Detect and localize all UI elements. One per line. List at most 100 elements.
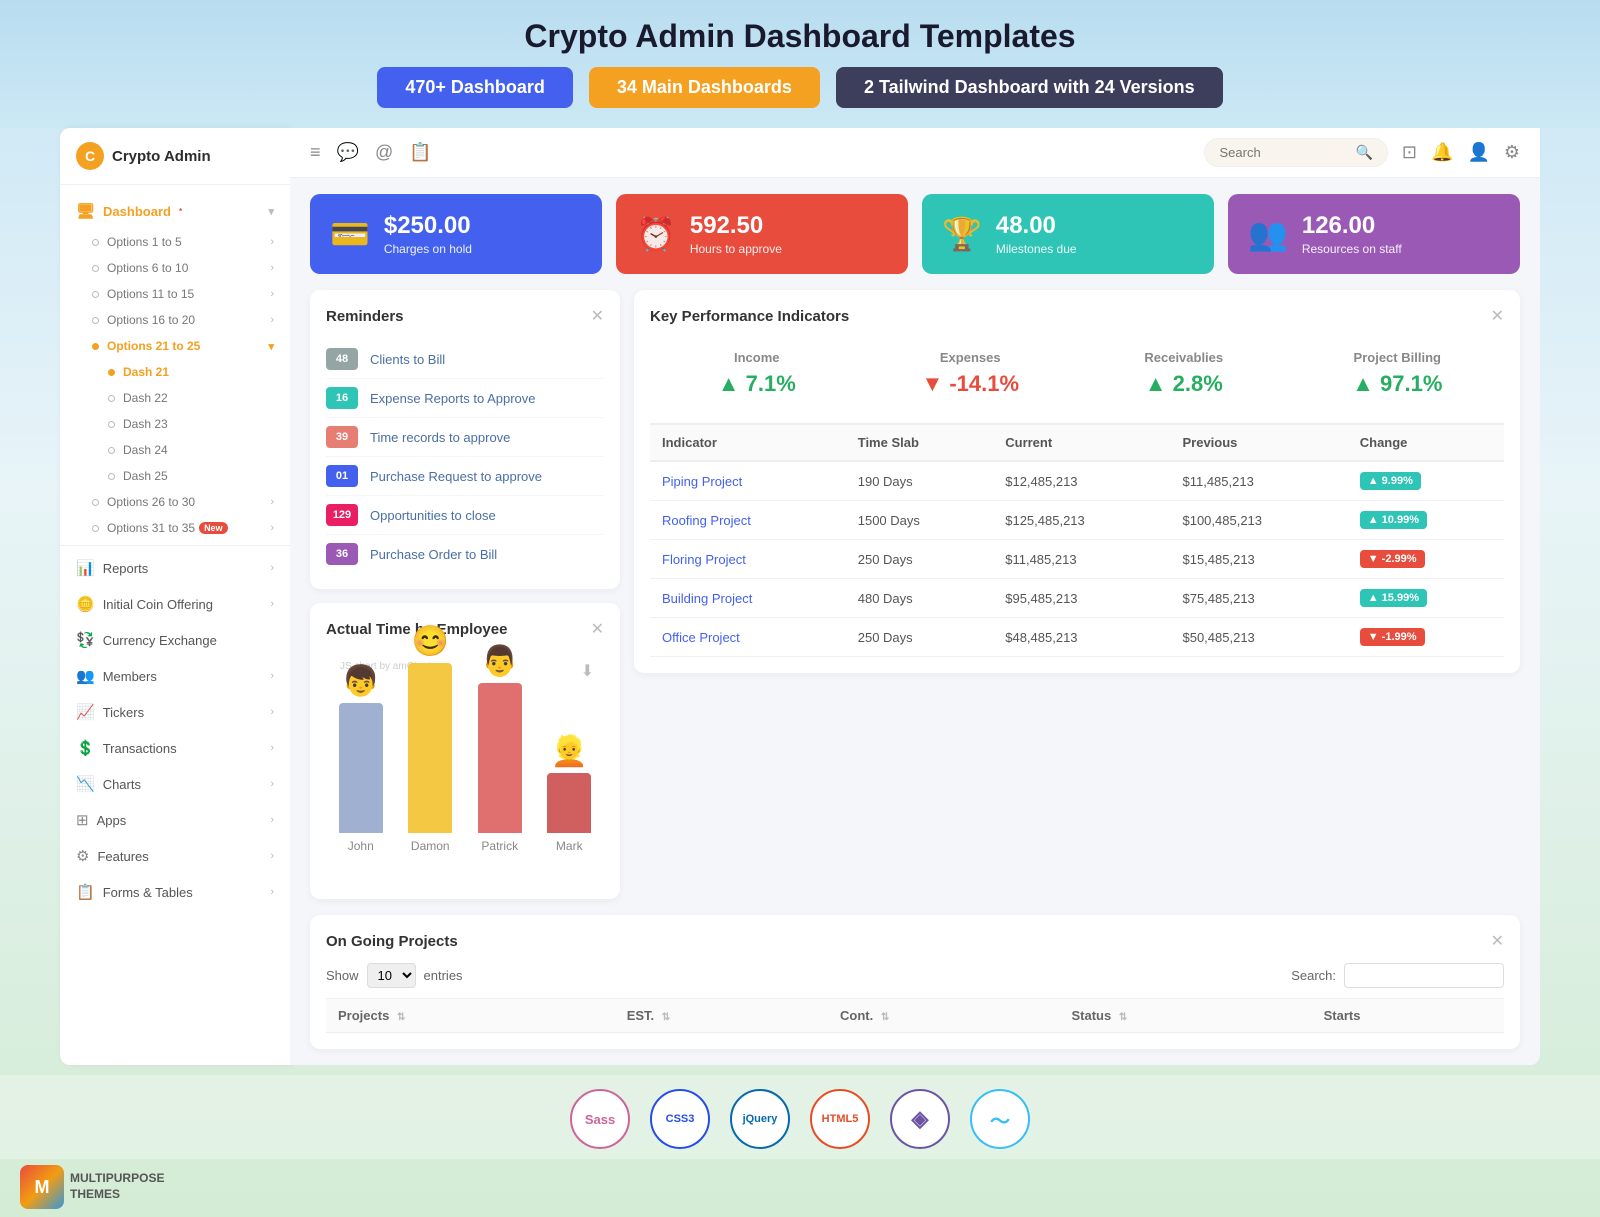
cell-previous: $15,485,213 — [1170, 540, 1347, 579]
john-label: John — [348, 839, 374, 853]
top-banner: Crypto Admin Dashboard Templates 470+ Da… — [0, 0, 1600, 128]
tech-sass: Sass — [570, 1089, 630, 1149]
damon-emoji: 😊 — [412, 624, 449, 659]
cell-time: 250 Days — [846, 618, 994, 657]
search-box: 🔍 — [1204, 138, 1387, 167]
sidebar-item-dash-23[interactable]: Dash 23 — [60, 411, 290, 437]
topbar: ≡ 💬 @ 📋 🔍 ⊡ 🔔 👤 ⚙ — [290, 128, 1540, 178]
proj-col-starts: Starts — [1312, 999, 1504, 1033]
sidebar-item-options-31-35[interactable]: Options 31 to 35 New › — [60, 515, 290, 541]
kpi-expenses: Expenses ▼ -14.1% — [864, 340, 1078, 407]
kpi-close[interactable]: ✕ — [1491, 306, 1504, 326]
hours-label: Hours to approve — [690, 242, 782, 256]
stat-card-milestones: 🏆 48.00 Milestones due — [922, 194, 1214, 274]
reminder-item-0: 48 Clients to Bill — [326, 340, 604, 379]
cell-change: ▼ -1.99% — [1348, 618, 1504, 657]
patrick-bar — [478, 683, 522, 833]
sidebar-item-features[interactable]: ⚙ Features › — [60, 838, 290, 874]
sidebar-item-charts[interactable]: 📉 Charts › — [60, 766, 290, 802]
projects-header: On Going Projects ✕ — [326, 931, 1504, 951]
entries-select[interactable]: 10 25 50 — [367, 963, 416, 988]
sidebar-item-options-6-10[interactable]: Options 6 to 10 › — [60, 255, 290, 281]
table-row: Piping Project 190 Days $12,485,213 $11,… — [650, 461, 1504, 501]
reminders-header: Reminders ✕ — [326, 306, 604, 326]
sidebar-item-options-21-25[interactable]: Options 21 to 25 ▾ — [60, 333, 290, 359]
clipboard-icon[interactable]: 📋 — [409, 142, 431, 163]
stat-card-charges: 💳 $250.00 Charges on hold — [310, 194, 602, 274]
cell-change: ▲ 9.99% — [1348, 461, 1504, 501]
reminders-list: 48 Clients to Bill 16 Expense Reports to… — [326, 340, 604, 573]
resources-label: Resources on staff — [1302, 242, 1402, 256]
sidebar-logo: C Crypto Admin — [60, 142, 290, 185]
reminders-close[interactable]: ✕ — [591, 306, 604, 326]
cell-indicator: Building Project — [650, 579, 846, 618]
chart-bar-john: 👦 John — [336, 664, 386, 853]
cell-time: 190 Days — [846, 461, 994, 501]
tech-box: ◈ — [890, 1089, 950, 1149]
sidebar-item-forms[interactable]: 📋 Forms & Tables › — [60, 874, 290, 910]
sidebar-item-reports[interactable]: 📊 Reports › — [60, 550, 290, 586]
sidebar-item-ico[interactable]: 🪙 Initial Coin Offering › — [60, 586, 290, 622]
sidebar-item-dash-24[interactable]: Dash 24 — [60, 437, 290, 463]
badge-34: 34 Main Dashboards — [589, 67, 820, 108]
kpi-receivables: Receivablies ▲ 2.8% — [1077, 340, 1291, 407]
page-title: Crypto Admin Dashboard Templates — [0, 18, 1600, 55]
reminders-title: Reminders — [326, 308, 404, 325]
sidebar-item-dash-22[interactable]: Dash 22 — [60, 385, 290, 411]
cell-time: 480 Days — [846, 579, 994, 618]
sidebar-item-apps[interactable]: ⊞ Apps › — [60, 802, 290, 838]
settings-icon[interactable]: ⚙ — [1504, 142, 1520, 163]
stat-card-hours: ⏰ 592.50 Hours to approve — [616, 194, 908, 274]
entries-label: entries — [424, 968, 463, 983]
table-row: Roofing Project 1500 Days $125,485,213 $… — [650, 501, 1504, 540]
menu-icon[interactable]: ≡ — [310, 142, 321, 163]
col-indicator: Indicator — [650, 424, 846, 461]
mark-emoji: 👱 — [551, 734, 588, 769]
reminder-item-2: 39 Time records to approve — [326, 418, 604, 457]
sidebar-item-transactions[interactable]: 💲 Transactions › — [60, 730, 290, 766]
sidebar-item-options-16-20[interactable]: Options 16 to 20 › — [60, 307, 290, 333]
table-row: Office Project 250 Days $48,485,213 $50,… — [650, 618, 1504, 657]
search-label: Search: — [1291, 968, 1336, 983]
mark-bar — [547, 773, 591, 833]
sidebar-item-options-11-15[interactable]: Options 11 to 15 › — [60, 281, 290, 307]
charges-icon: 💳 — [330, 215, 370, 253]
search-input[interactable] — [1219, 145, 1349, 160]
reminder-item-5: 36 Purchase Order to Bill — [326, 535, 604, 573]
patrick-label: Patrick — [481, 839, 518, 853]
reminder-item-3: 01 Purchase Request to approve — [326, 457, 604, 496]
user-icon[interactable]: 👤 — [1467, 142, 1489, 163]
bell-icon[interactable]: 🔔 — [1431, 142, 1453, 163]
show-entries: Show 10 25 50 entries — [326, 963, 463, 988]
sidebar-item-options-1-5[interactable]: Options 1 to 5 › — [60, 229, 290, 255]
topbar-left: ≡ 💬 @ 📋 — [310, 142, 432, 163]
sidebar-item-tickers[interactable]: 📈 Tickers › — [60, 694, 290, 730]
resources-icon: 👥 — [1248, 215, 1288, 253]
reminder-item-1: 16 Expense Reports to Approve — [326, 379, 604, 418]
logo-box: M — [20, 1165, 64, 1209]
chart-bar-damon: 😊 Damon — [406, 624, 456, 853]
sort-icon: ⇅ — [662, 1012, 670, 1023]
sidebar-item-dash-25[interactable]: Dash 25 — [60, 463, 290, 489]
at-icon[interactable]: @ — [375, 142, 393, 163]
chat-icon[interactable]: 💬 — [337, 142, 359, 163]
john-emoji: 👦 — [342, 664, 379, 699]
sidebar-item-currency[interactable]: 💱 Currency Exchange — [60, 622, 290, 658]
sidebar-item-dashboard[interactable]: 🖥 Dashboard * ▾ — [60, 193, 290, 229]
damon-label: Damon — [411, 839, 450, 853]
patrick-emoji: 👨 — [481, 644, 518, 679]
tech-bar: Sass CSS3 jQuery HTML5 ◈ 〜 — [0, 1075, 1600, 1159]
sidebar-item-options-26-30[interactable]: Options 26 to 30 › — [60, 489, 290, 515]
projects-search-input[interactable] — [1344, 963, 1504, 988]
projects-close[interactable]: ✕ — [1491, 931, 1504, 951]
chart-close[interactable]: ✕ — [591, 619, 604, 639]
stat-card-resources: 👥 126.00 Resources on staff — [1228, 194, 1520, 274]
col-timeslab: Time Slab — [846, 424, 994, 461]
sidebar-item-members[interactable]: 👥 Members › — [60, 658, 290, 694]
sidebar-item-dash-21[interactable]: Dash 21 — [60, 359, 290, 385]
cell-current: $12,485,213 — [993, 461, 1170, 501]
cell-time: 250 Days — [846, 540, 994, 579]
milestones-icon: 🏆 — [942, 215, 982, 253]
show-label: Show — [326, 968, 359, 983]
fullscreen-icon[interactable]: ⊡ — [1402, 142, 1417, 163]
